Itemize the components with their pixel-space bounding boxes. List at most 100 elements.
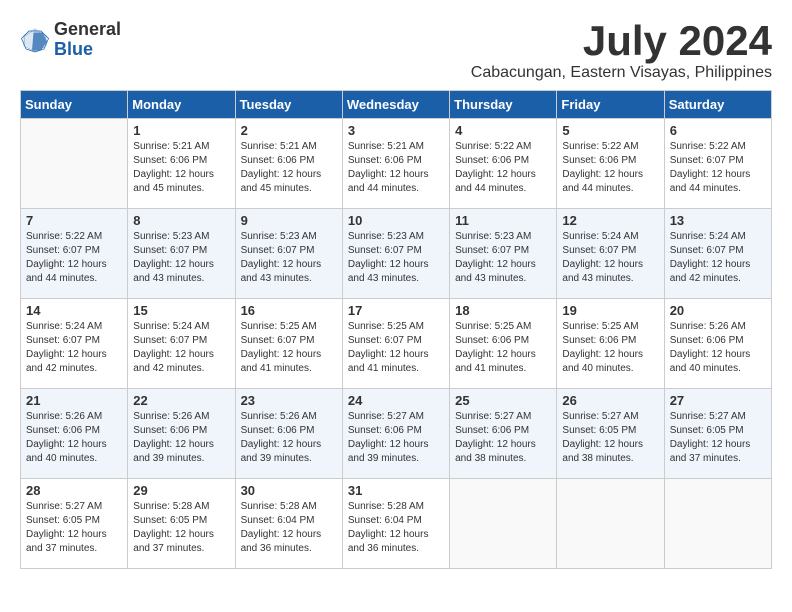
calendar-cell: 16 Sunrise: 5:25 AM Sunset: 6:07 PM Dayli… bbox=[235, 299, 342, 389]
calendar-cell: 3Sunrise: 5:21 AM Sunset: 6:06 PM Daylig… bbox=[342, 119, 449, 209]
cell-info: Sunrise: 5:24 AM Sunset: 6:07 PM Dayligh… bbox=[133, 320, 229, 376]
calendar-cell: 4 Sunrise: 5:22 AM Sunset: 6:06 PM Daylig… bbox=[450, 119, 557, 209]
day-number: 4 bbox=[455, 123, 551, 138]
calendar-cell: 15 Sunrise: 5:24 AM Sunset: 6:07 PM Dayli… bbox=[128, 299, 235, 389]
day-number: 23 bbox=[241, 393, 337, 408]
day-number: 26 bbox=[562, 393, 658, 408]
day-header-tuesday: Tuesday bbox=[235, 91, 342, 119]
calendar-cell: 25 Sunrise: 5:27 AM Sunset: 6:06 PM Dayli… bbox=[450, 389, 557, 479]
calendar-week-5: 28 Sunrise: 5:27 AM Sunset: 6:05 PM Dayli… bbox=[21, 479, 772, 569]
day-header-wednesday: Wednesday bbox=[342, 91, 449, 119]
calendar-cell: 21Sunrise: 5:26 AM Sunset: 6:06 PM Dayli… bbox=[21, 389, 128, 479]
day-number: 20 bbox=[670, 303, 766, 318]
page-header: General Blue July 2024 Cabacungan, Easte… bbox=[20, 20, 772, 82]
calendar-cell: 28 Sunrise: 5:27 AM Sunset: 6:05 PM Dayli… bbox=[21, 479, 128, 569]
location-subtitle: Cabacungan, Eastern Visayas, Philippines bbox=[471, 64, 772, 82]
day-number: 5 bbox=[562, 123, 658, 138]
calendar-cell: 1Sunrise: 5:21 AM Sunset: 6:06 PM Daylig… bbox=[128, 119, 235, 209]
calendar-week-2: 7 Sunrise: 5:22 AM Sunset: 6:07 PM Daylig… bbox=[21, 209, 772, 299]
cell-info: Sunrise: 5:21 AM Sunset: 6:06 PM Dayligh… bbox=[133, 140, 229, 196]
cell-info: Sunrise: 5:27 AM Sunset: 6:05 PM Dayligh… bbox=[26, 500, 122, 556]
cell-info: Sunrise: 5:22 AM Sunset: 6:07 PM Dayligh… bbox=[26, 230, 122, 286]
calendar-cell bbox=[21, 119, 128, 209]
cell-info: Sunrise: 5:25 AM Sunset: 6:06 PM Dayligh… bbox=[562, 320, 658, 376]
calendar-cell: 17Sunrise: 5:25 AM Sunset: 6:07 PM Dayli… bbox=[342, 299, 449, 389]
calendar-cell: 2 Sunrise: 5:21 AM Sunset: 6:06 PM Daylig… bbox=[235, 119, 342, 209]
calendar-cell: 18 Sunrise: 5:25 AM Sunset: 6:06 PM Dayli… bbox=[450, 299, 557, 389]
calendar-cell: 5 Sunrise: 5:22 AM Sunset: 6:06 PM Daylig… bbox=[557, 119, 664, 209]
day-number: 22 bbox=[133, 393, 229, 408]
calendar-cell: 14Sunrise: 5:24 AM Sunset: 6:07 PM Dayli… bbox=[21, 299, 128, 389]
day-number: 6 bbox=[670, 123, 766, 138]
calendar-cell bbox=[557, 479, 664, 569]
day-number: 14 bbox=[26, 303, 122, 318]
cell-info: Sunrise: 5:26 AM Sunset: 6:06 PM Dayligh… bbox=[241, 410, 337, 466]
logo: General Blue bbox=[20, 20, 121, 60]
calendar-cell: 9 Sunrise: 5:23 AM Sunset: 6:07 PM Daylig… bbox=[235, 209, 342, 299]
day-number: 13 bbox=[670, 213, 766, 228]
day-number: 31 bbox=[348, 483, 444, 498]
cell-info: Sunrise: 5:27 AM Sunset: 6:06 PM Dayligh… bbox=[348, 410, 444, 466]
cell-info: Sunrise: 5:22 AM Sunset: 6:06 PM Dayligh… bbox=[455, 140, 551, 196]
day-number: 16 bbox=[241, 303, 337, 318]
cell-info: Sunrise: 5:25 AM Sunset: 6:07 PM Dayligh… bbox=[241, 320, 337, 376]
logo-text: General Blue bbox=[54, 20, 121, 60]
day-number: 12 bbox=[562, 213, 658, 228]
calendar-cell: 24 Sunrise: 5:27 AM Sunset: 6:06 PM Dayli… bbox=[342, 389, 449, 479]
day-number: 10 bbox=[348, 213, 444, 228]
calendar-cell: 27 Sunrise: 5:27 AM Sunset: 6:05 PM Dayli… bbox=[664, 389, 771, 479]
day-number: 8 bbox=[133, 213, 229, 228]
calendar-cell: 13 Sunrise: 5:24 AM Sunset: 6:07 PM Dayli… bbox=[664, 209, 771, 299]
calendar-cell: 11Sunrise: 5:23 AM Sunset: 6:07 PM Dayli… bbox=[450, 209, 557, 299]
day-header-friday: Friday bbox=[557, 91, 664, 119]
day-number: 24 bbox=[348, 393, 444, 408]
day-header-sunday: Sunday bbox=[21, 91, 128, 119]
day-number: 28 bbox=[26, 483, 122, 498]
cell-info: Sunrise: 5:27 AM Sunset: 6:06 PM Dayligh… bbox=[455, 410, 551, 466]
calendar-cell bbox=[450, 479, 557, 569]
cell-info: Sunrise: 5:25 AM Sunset: 6:06 PM Dayligh… bbox=[455, 320, 551, 376]
day-number: 30 bbox=[241, 483, 337, 498]
cell-info: Sunrise: 5:28 AM Sunset: 6:04 PM Dayligh… bbox=[241, 500, 337, 556]
calendar-cell: 26Sunrise: 5:27 AM Sunset: 6:05 PM Dayli… bbox=[557, 389, 664, 479]
header-row: SundayMondayTuesdayWednesdayThursdayFrid… bbox=[21, 91, 772, 119]
day-number: 18 bbox=[455, 303, 551, 318]
day-number: 19 bbox=[562, 303, 658, 318]
cell-info: Sunrise: 5:28 AM Sunset: 6:05 PM Dayligh… bbox=[133, 500, 229, 556]
day-number: 7 bbox=[26, 213, 122, 228]
cell-info: Sunrise: 5:23 AM Sunset: 6:07 PM Dayligh… bbox=[241, 230, 337, 286]
cell-info: Sunrise: 5:24 AM Sunset: 6:07 PM Dayligh… bbox=[670, 230, 766, 286]
calendar-table: SundayMondayTuesdayWednesdayThursdayFrid… bbox=[20, 90, 772, 569]
day-header-thursday: Thursday bbox=[450, 91, 557, 119]
day-number: 15 bbox=[133, 303, 229, 318]
calendar-cell: 6Sunrise: 5:22 AM Sunset: 6:07 PM Daylig… bbox=[664, 119, 771, 209]
cell-info: Sunrise: 5:24 AM Sunset: 6:07 PM Dayligh… bbox=[562, 230, 658, 286]
calendar-cell: 22 Sunrise: 5:26 AM Sunset: 6:06 PM Dayli… bbox=[128, 389, 235, 479]
calendar-cell: 7 Sunrise: 5:22 AM Sunset: 6:07 PM Daylig… bbox=[21, 209, 128, 299]
calendar-cell bbox=[664, 479, 771, 569]
calendar-week-4: 21 Sunrise: 5:26 AM Sunset: 6:06 PM Dayli… bbox=[21, 389, 772, 479]
cell-info: Sunrise: 5:23 AM Sunset: 6:07 PM Dayligh… bbox=[455, 230, 551, 286]
cell-info: Sunrise: 5:21 AM Sunset: 6:06 PM Dayligh… bbox=[241, 140, 337, 196]
calendar-cell: 12 Sunrise: 5:24 AM Sunset: 6:07 PM Dayli… bbox=[557, 209, 664, 299]
day-number: 9 bbox=[241, 213, 337, 228]
calendar-cell: 29Sunrise: 5:28 AM Sunset: 6:05 PM Dayli… bbox=[128, 479, 235, 569]
day-number: 17 bbox=[348, 303, 444, 318]
day-number: 25 bbox=[455, 393, 551, 408]
calendar-week-1: 1Sunrise: 5:21 AM Sunset: 6:06 PM Daylig… bbox=[21, 119, 772, 209]
cell-info: Sunrise: 5:28 AM Sunset: 6:04 PM Dayligh… bbox=[348, 500, 444, 556]
cell-info: Sunrise: 5:22 AM Sunset: 6:06 PM Dayligh… bbox=[562, 140, 658, 196]
day-number: 27 bbox=[670, 393, 766, 408]
cell-info: Sunrise: 5:23 AM Sunset: 6:07 PM Dayligh… bbox=[348, 230, 444, 286]
day-number: 21 bbox=[26, 393, 122, 408]
calendar-cell: 19 Sunrise: 5:25 AM Sunset: 6:06 PM Dayli… bbox=[557, 299, 664, 389]
cell-info: Sunrise: 5:21 AM Sunset: 6:06 PM Dayligh… bbox=[348, 140, 444, 196]
cell-info: Sunrise: 5:27 AM Sunset: 6:05 PM Dayligh… bbox=[670, 410, 766, 466]
calendar-cell: 8 Sunrise: 5:23 AM Sunset: 6:07 PM Daylig… bbox=[128, 209, 235, 299]
calendar-cell: 30 Sunrise: 5:28 AM Sunset: 6:04 PM Dayli… bbox=[235, 479, 342, 569]
month-year-title: July 2024 bbox=[471, 20, 772, 62]
cell-info: Sunrise: 5:26 AM Sunset: 6:06 PM Dayligh… bbox=[133, 410, 229, 466]
day-number: 2 bbox=[241, 123, 337, 138]
calendar-week-3: 14 Sunrise: 5:24 AM Sunset: 6:07 PM Dayli… bbox=[21, 299, 772, 389]
cell-info: Sunrise: 5:23 AM Sunset: 6:07 PM Dayligh… bbox=[133, 230, 229, 286]
